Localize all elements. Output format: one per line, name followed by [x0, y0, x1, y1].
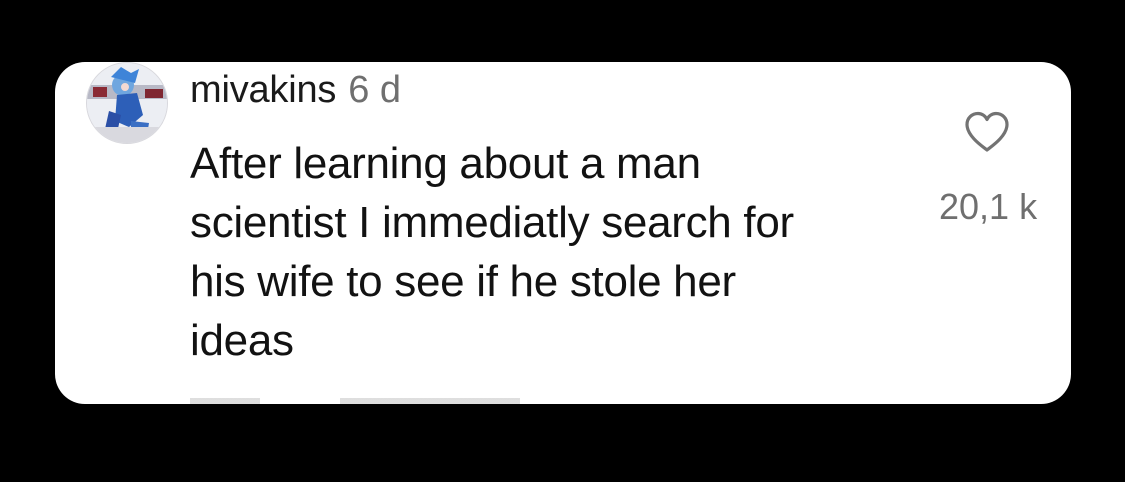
comment-header: mivakins 6 d: [190, 69, 401, 117]
comment-text-line: scientist I immediatly search for: [190, 198, 794, 247]
timestamp: 6 d: [348, 69, 402, 111]
comment-text: After learning about a man scientist I i…: [190, 134, 930, 370]
next-comment-peek: [190, 398, 670, 404]
username[interactable]: mivakins: [190, 69, 336, 112]
avatar[interactable]: [86, 62, 168, 144]
like-count: 20,1 k: [939, 186, 1038, 227]
comment-card: mivakins 6 d After learning about a man …: [55, 62, 1071, 404]
avatar-image: [87, 63, 167, 143]
comment-text-line: his wife to see if he stole her: [190, 257, 736, 306]
comment-text-line: ideas: [190, 316, 294, 365]
heart-outline-icon: [965, 111, 1009, 152]
like-button[interactable]: [963, 110, 1011, 154]
comment-text-line: After learning about a man: [190, 139, 701, 188]
